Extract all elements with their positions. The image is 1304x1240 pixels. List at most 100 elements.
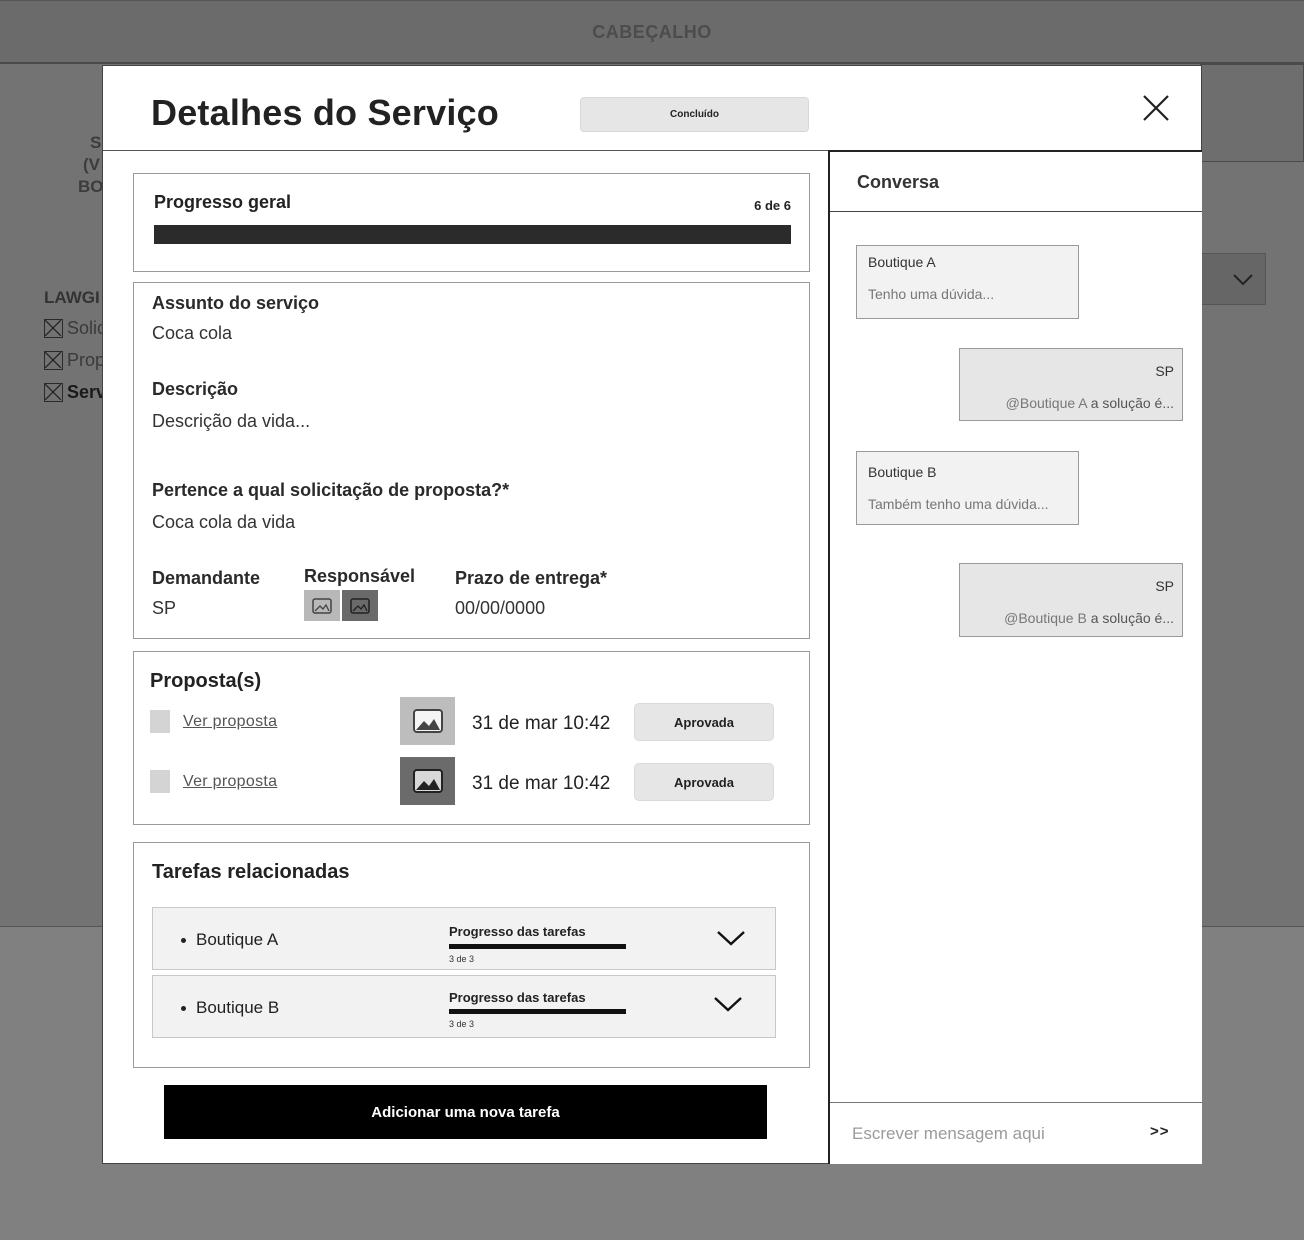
overall-progress-count: 6 de 6 (754, 198, 791, 213)
chat-panel: Conversa Boutique A Tenho uma dúvida... … (828, 150, 1202, 1164)
requester-label: Demandante (152, 568, 261, 588)
related-tasks-title: Tarefas relacionadas (152, 861, 350, 883)
task-name-label: Boutique B (196, 998, 280, 1017)
proposal-checkbox[interactable] (150, 770, 170, 793)
message-text: Também tenho uma dúvida... (868, 496, 1049, 512)
proposal-status-badge: Aprovada (634, 763, 774, 801)
overall-progress-card: Progresso geral 6 de 6 (133, 173, 810, 272)
image-placeholder-icon (312, 597, 332, 614)
chat-message-incoming: Boutique A Tenho uma dúvida... (856, 245, 1079, 319)
overall-progress-label: Progresso geral (154, 192, 292, 212)
view-proposal-link[interactable]: Ver proposta (183, 713, 277, 731)
background-sidebar-label: Solic (67, 318, 107, 338)
avatar[interactable] (342, 590, 378, 621)
message-author: Boutique A (868, 254, 936, 270)
chat-message-input[interactable] (852, 1121, 1122, 1147)
background-sidebar-heading: LAWGI (44, 288, 100, 307)
task-name: Boutique B (181, 998, 279, 1018)
service-details-modal: Detalhes do Serviço Concluído Progresso … (102, 65, 1202, 1164)
description-label: Descrição (152, 379, 239, 399)
proposals-title: Proposta(s) (150, 670, 262, 692)
chevron-down-icon (1233, 274, 1253, 286)
chat-message-outgoing: SP @Boutique A a solução é... (959, 348, 1183, 421)
task-progress-bar (449, 1009, 626, 1014)
background-text-fragment: BO (78, 177, 104, 196)
message-text: Tenho uma dúvida... (868, 286, 995, 302)
modal-title: Detalhes do Serviço (151, 92, 499, 133)
close-icon[interactable] (1139, 91, 1173, 125)
avatar[interactable] (304, 590, 340, 621)
send-button[interactable]: >> (1150, 1123, 1170, 1140)
message-text: @Boutique B a solução é... (1004, 610, 1174, 626)
chat-title: Conversa (857, 172, 940, 192)
task-name: Boutique A (181, 930, 278, 950)
task-progress-label: Progresso das tarefas (449, 990, 586, 1005)
background-sidebar-label: Serv (67, 382, 107, 402)
task-row[interactable]: Boutique A Progresso das tarefas 3 de 3 (152, 907, 776, 970)
task-progress-bar (449, 944, 626, 949)
task-progress-count: 3 de 3 (449, 954, 475, 964)
message-mention: @Boutique A (1005, 395, 1087, 411)
description-value: Descrição da vida... (152, 411, 311, 431)
overall-progress-fill (154, 225, 791, 244)
background-sidebar-item: Solic (44, 318, 106, 339)
background-header: CABEÇALHO (0, 0, 1304, 64)
bullet-icon (181, 937, 186, 943)
proposal-date: 31 de mar 10:42 (472, 713, 611, 734)
message-body: a solução é... (1086, 610, 1174, 626)
deadline-value: 00/00/0000 (455, 598, 546, 618)
message-author: Boutique B (868, 464, 937, 480)
image-placeholder-icon (412, 769, 443, 793)
task-progress-fill (449, 944, 626, 949)
proposal-checkbox[interactable] (150, 710, 170, 733)
background-sidebar-item: Prop (44, 350, 105, 371)
task-name-label: Boutique A (196, 930, 279, 949)
status-badge: Concluído (580, 97, 809, 132)
background-sidebar-item: Serv (44, 382, 106, 403)
proposal-date: 31 de mar 10:42 (472, 773, 611, 794)
deadline-label: Prazo de entrega* (455, 568, 608, 588)
proposal-request-label: Pertence a qual solicitação de proposta?… (152, 480, 510, 500)
task-row[interactable]: Boutique B Progresso das tarefas 3 de 3 (152, 975, 776, 1038)
chat-message-outgoing: SP @Boutique B a solução é... (959, 563, 1183, 637)
background-right-panel (1200, 64, 1304, 162)
image-placeholder-icon (350, 597, 370, 614)
chat-divider (830, 211, 1202, 212)
message-body: a solução é... (1086, 395, 1174, 411)
background-text-fragment: S (90, 133, 102, 152)
responsible-label: Responsável (304, 566, 416, 586)
chat-message-incoming: Boutique B Também tenho uma dúvida... (856, 451, 1079, 525)
checkbox-x-icon (44, 351, 63, 370)
requester-value: SP (152, 598, 177, 618)
bullet-icon (181, 1005, 186, 1011)
message-author: SP (1155, 578, 1174, 594)
task-progress-count: 3 de 3 (449, 1019, 475, 1029)
chat-input-area: >> (830, 1102, 1202, 1164)
checkbox-x-icon (44, 383, 63, 402)
message-mention: @Boutique B (1004, 610, 1087, 626)
proposal-request-value: Coca cola da vida (152, 512, 296, 532)
task-progress-fill (449, 1009, 626, 1014)
task-progress-label: Progresso das tarefas (449, 924, 586, 939)
service-details-card: Assunto do serviço Coca cola Descrição D… (133, 282, 810, 639)
subject-label: Assunto do serviço (152, 293, 320, 313)
chevron-down-icon[interactable] (713, 994, 743, 1014)
subject-value: Coca cola (152, 323, 233, 343)
proposals-card: Proposta(s) Ver proposta 31 de mar 10:42… (133, 651, 810, 825)
header-divider (103, 150, 829, 151)
proposal-thumbnail (400, 697, 455, 745)
overall-progress-bar (154, 225, 791, 244)
checkbox-x-icon (44, 319, 63, 338)
proposal-thumbnail (400, 757, 455, 805)
background-header-title: CABEÇALHO (592, 22, 712, 42)
message-author: SP (1155, 363, 1174, 379)
related-tasks-card: Tarefas relacionadas Boutique A Progress… (133, 842, 810, 1068)
proposal-status-badge: Aprovada (634, 703, 774, 741)
chevron-down-icon[interactable] (716, 928, 746, 948)
background-sidebar-label: Prop (67, 350, 106, 370)
message-text: @Boutique A a solução é... (1006, 395, 1174, 411)
background-text-fragment: (V (83, 155, 100, 174)
image-placeholder-icon (412, 709, 443, 733)
view-proposal-link[interactable]: Ver proposta (183, 773, 277, 791)
add-new-task-button[interactable]: Adicionar uma nova tarefa (164, 1085, 767, 1139)
